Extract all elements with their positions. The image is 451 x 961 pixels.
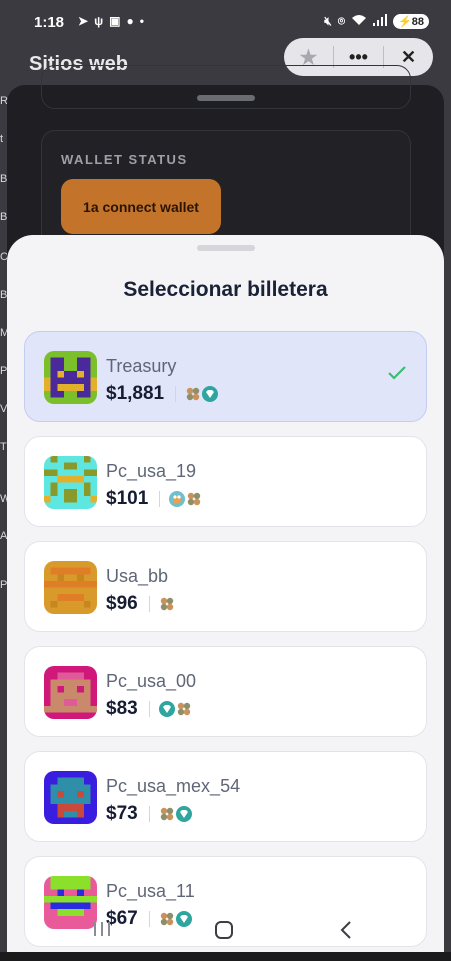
cluster-icon <box>186 491 202 507</box>
drag-handle[interactable] <box>197 245 255 251</box>
wallet-option-treasury[interactable]: Treasury $1,881 <box>24 331 427 422</box>
wallet-balance: $96 <box>106 593 138 614</box>
wallet-balance: $73 <box>106 803 138 824</box>
divider <box>159 491 161 507</box>
cluster-icon <box>159 806 175 822</box>
previous-card <box>41 65 411 109</box>
wallet-avatar <box>44 456 97 509</box>
home-icon[interactable] <box>214 920 234 946</box>
back-icon[interactable] <box>338 920 354 946</box>
sim-icon: ▣ <box>109 14 127 28</box>
location-icon: ➤ <box>78 14 95 28</box>
notification-icons: ➤ψ▣●• <box>78 14 150 28</box>
wallet-option-pc-usa-mex-54[interactable]: Pc_usa_mex_54 $73 <box>24 751 427 842</box>
wallet-name: Pc_usa_mex_54 <box>106 776 241 796</box>
usb-icon: ψ <box>94 14 110 28</box>
recents-icon[interactable] <box>92 920 112 944</box>
frog-icon <box>169 491 186 507</box>
signal-icon <box>373 14 388 29</box>
system-nav-bar <box>0 912 451 952</box>
divider <box>148 596 150 612</box>
wallet-avatar <box>44 351 97 404</box>
screen: 1:18 ➤ψ▣●• 🔇︎ ⌾ ⚡88 Sitios web ★ ••• ✕ R… <box>0 0 451 961</box>
wallet-details: $73 <box>106 803 193 825</box>
wallet-details: $1,881 <box>106 383 219 405</box>
wallet-balance: $83 <box>106 698 138 719</box>
drag-handle[interactable] <box>197 95 255 101</box>
wallet-avatar <box>44 561 97 614</box>
connect-wallet-button[interactable]: 1a connect wallet <box>61 179 221 234</box>
status-indicators: 🔇︎ ⌾ ⚡88 <box>324 14 429 29</box>
status-time: 1:18 <box>34 14 65 31</box>
edge-text: t <box>0 133 4 145</box>
wallet-name: Usa_bb <box>106 566 169 586</box>
gem-icon <box>158 701 175 717</box>
mute-icon: 🔇︎ <box>324 14 332 28</box>
wifi-icon <box>351 14 367 29</box>
sheet-title: Seleccionar billetera <box>123 278 328 301</box>
wallet-avatar <box>44 666 97 719</box>
gem-icon <box>175 806 192 822</box>
wallet-name: Treasury <box>106 356 177 376</box>
wallet-option-pc-usa-00[interactable]: Pc_usa_00 $83 <box>24 646 427 737</box>
battery-indicator: ⚡88 <box>393 14 429 29</box>
wallet-avatar <box>44 771 97 824</box>
divider <box>175 386 177 402</box>
wallet-name: Pc_usa_00 <box>106 671 197 691</box>
cluster-icon <box>176 701 192 717</box>
location-icon: ⌾ <box>337 14 346 28</box>
battery-level: 88 <box>411 16 424 28</box>
wallet-status-title: WALLET STATUS <box>61 152 188 167</box>
dot-icon: • <box>139 14 150 28</box>
cluster-icon <box>185 386 201 402</box>
wallet-details: $96 <box>106 593 176 615</box>
wallet-option-usa-bb[interactable]: Usa_bb $96 <box>24 541 427 632</box>
divider <box>148 806 150 822</box>
divider <box>148 701 150 717</box>
wallet-details: $101 <box>106 488 203 510</box>
taskbar-strip <box>0 952 451 961</box>
wallet-name: Pc_usa_19 <box>106 461 197 481</box>
chat-icon: ● <box>126 14 140 28</box>
gem-icon <box>202 386 219 402</box>
select-wallet-sheet: Seleccionar billetera Treasury $1,881 Pc… <box>7 235 444 961</box>
wallet-balance: $101 <box>106 488 149 509</box>
wallet-details: $83 <box>106 698 193 720</box>
wallet-name: Pc_usa_11 <box>106 881 195 901</box>
cluster-icon <box>159 596 175 612</box>
wallet-option-pc-usa-19[interactable]: Pc_usa_19 $101 <box>24 436 427 527</box>
wallet-balance: $1,881 <box>106 383 165 404</box>
check-icon <box>387 365 407 386</box>
